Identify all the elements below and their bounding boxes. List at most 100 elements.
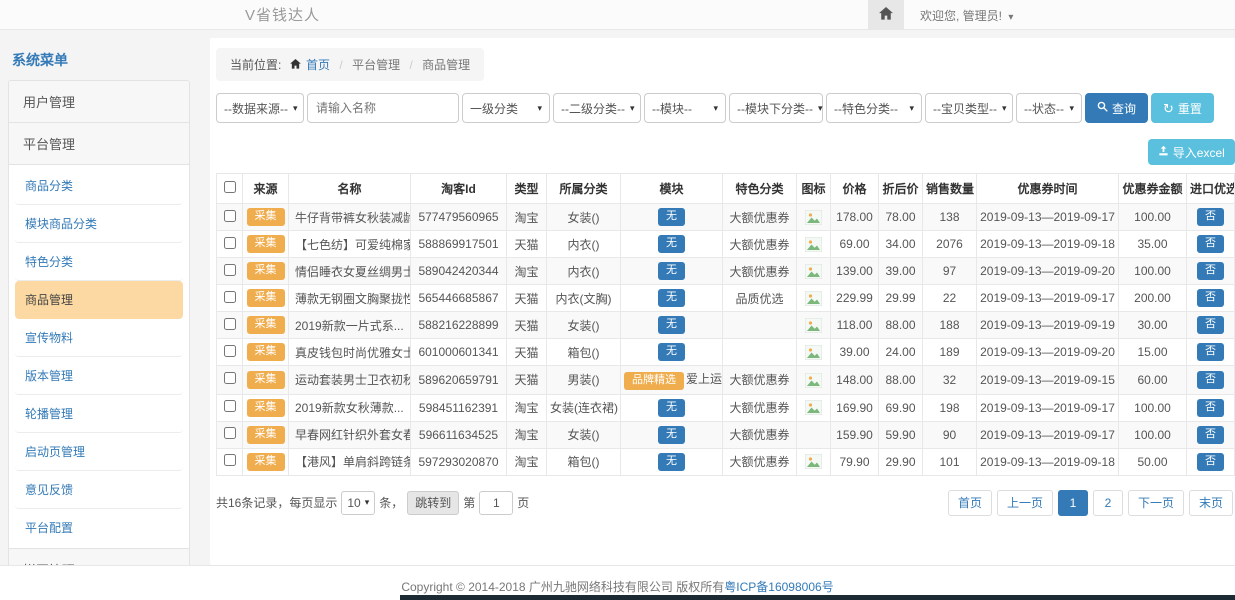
- import-toggle[interactable]: 否: [1197, 453, 1224, 471]
- breadcrumb-item-platform[interactable]: 平台管理: [352, 58, 400, 72]
- cell-feature: 大额优惠券: [723, 204, 797, 231]
- product-table: 来源名称淘客Id类型所属分类模块特色分类图标价格折后价销售数量优惠券时间优惠券金…: [216, 173, 1235, 476]
- sidebar-sub-item[interactable]: 平台配置: [15, 509, 183, 546]
- import-toggle[interactable]: 否: [1197, 426, 1224, 444]
- module-none-badge[interactable]: 无: [658, 399, 685, 417]
- per-page-select[interactable]: 10 ▾: [341, 491, 375, 515]
- sidebar-sub-item[interactable]: 商品分类: [15, 167, 183, 205]
- home-button[interactable]: [868, 0, 904, 30]
- sidebar-sub-item[interactable]: 宣传物料: [15, 319, 183, 357]
- import-toggle[interactable]: 否: [1197, 208, 1224, 226]
- filter-select-category-l1[interactable]: 一级分类▾: [462, 93, 550, 123]
- filter-select-feature-category[interactable]: --特色分类--▾: [826, 93, 922, 123]
- icp-link[interactable]: 粤ICP备16098006号: [724, 580, 833, 594]
- table-row: 采集2019新款女秋薄款...598451162391淘宝女装(连衣裙)无大额优…: [217, 394, 1235, 421]
- filter-input-name[interactable]: [307, 93, 459, 123]
- filter-select-data-source[interactable]: --数据来源--▾: [216, 93, 304, 123]
- cell-module: 品牌精选爱上运动: [621, 366, 723, 395]
- table-row: 采集2019新款一片式系...588216228899天猫女装()无118.00…: [217, 312, 1235, 339]
- sidebar-group-item[interactable]: 平台管理: [9, 123, 189, 165]
- pager-button-下一页[interactable]: 下一页: [1128, 490, 1184, 516]
- pager-button-上一页[interactable]: 上一页: [997, 490, 1053, 516]
- page-input[interactable]: [479, 491, 513, 515]
- module-none-badge[interactable]: 无: [658, 453, 685, 471]
- sidebar-sub-item[interactable]: 模块商品分类: [15, 205, 183, 243]
- col-import: 进口优选: [1187, 174, 1235, 204]
- cell-source: 采集: [243, 421, 289, 448]
- user-menu[interactable]: 欢迎您, 管理员! ▾: [920, 7, 1013, 24]
- cell-taoke_id: 565446685867: [411, 285, 507, 312]
- filter-select-status[interactable]: --状态--▾: [1016, 93, 1082, 123]
- caret-down-icon: ▾: [293, 103, 298, 114]
- sidebar-group-item[interactable]: 用户管理: [9, 81, 189, 123]
- col-coupon_time: 优惠券时间: [977, 174, 1119, 204]
- cell-name: 2019新款一片式系...: [289, 312, 411, 339]
- cell-name: 情侣睡衣女夏丝绸男士...: [289, 258, 411, 285]
- cell-check: [217, 258, 243, 285]
- row-checkbox[interactable]: [224, 400, 236, 412]
- app-header: V省钱达人 欢迎您, 管理员! ▾: [0, 0, 1235, 30]
- cell-sales: 101: [923, 448, 977, 475]
- filter-select-module[interactable]: --模块--▾: [644, 93, 726, 123]
- import-toggle[interactable]: 否: [1197, 316, 1224, 334]
- cell-check: [217, 366, 243, 395]
- pager-button-2[interactable]: 2: [1093, 490, 1123, 516]
- cell-taoke_id: 601000601341: [411, 339, 507, 366]
- col-sales: 销售数量: [923, 174, 977, 204]
- module-none-badge[interactable]: 无: [658, 235, 685, 253]
- import-toggle[interactable]: 否: [1197, 343, 1224, 361]
- import-toggle[interactable]: 否: [1197, 371, 1224, 389]
- pager-button-末页[interactable]: 末页: [1189, 490, 1233, 516]
- cell-module: 无: [621, 448, 723, 475]
- row-checkbox[interactable]: [224, 264, 236, 276]
- summary-prefix: 共16条记录，每页显示: [216, 494, 337, 511]
- row-checkbox[interactable]: [224, 318, 236, 330]
- cell-module: 无: [621, 258, 723, 285]
- search-button[interactable]: 查询: [1085, 93, 1148, 123]
- pager-button-1[interactable]: 1: [1058, 490, 1088, 516]
- row-checkbox[interactable]: [224, 454, 236, 466]
- import-excel-button[interactable]: 导入excel: [1148, 139, 1235, 165]
- sidebar-sub-item[interactable]: 特色分类: [15, 243, 183, 281]
- module-none-badge[interactable]: 无: [658, 289, 685, 307]
- jump-button[interactable]: 跳转到: [407, 491, 459, 515]
- reset-button[interactable]: ↻重置: [1151, 93, 1214, 123]
- module-none-badge[interactable]: 无: [658, 343, 685, 361]
- cell-sales: 22: [923, 285, 977, 312]
- import-toggle[interactable]: 否: [1197, 399, 1224, 417]
- product-thumbnail: [805, 373, 822, 388]
- module-none-badge[interactable]: 无: [658, 316, 685, 334]
- filter-select-item-type[interactable]: --宝贝类型--▾: [925, 93, 1013, 123]
- import-toggle[interactable]: 否: [1197, 289, 1224, 307]
- sidebar-sub-item[interactable]: 商品管理: [15, 281, 183, 319]
- row-checkbox[interactable]: [224, 237, 236, 249]
- cell-price: 178.00: [831, 204, 879, 231]
- row-checkbox[interactable]: [224, 345, 236, 357]
- sidebar-sub-item[interactable]: 轮播管理: [15, 395, 183, 433]
- cell-check: [217, 204, 243, 231]
- filter-select-module-sub[interactable]: --模块下分类--▾: [729, 93, 823, 123]
- cell-import: 否: [1187, 204, 1235, 231]
- module-none-badge[interactable]: 无: [658, 208, 685, 226]
- import-toggle[interactable]: 否: [1197, 262, 1224, 280]
- sidebar-sub-item[interactable]: 启动页管理: [15, 433, 183, 471]
- row-checkbox[interactable]: [224, 210, 236, 222]
- col-price: 价格: [831, 174, 879, 204]
- cell-price: 69.00: [831, 231, 879, 258]
- cell-feature: 大额优惠券: [723, 258, 797, 285]
- module-none-badge[interactable]: 无: [658, 262, 685, 280]
- breadcrumb-home-link[interactable]: 首页: [306, 58, 330, 72]
- sidebar-sub-item[interactable]: 版本管理: [15, 357, 183, 395]
- module-none-badge[interactable]: 无: [658, 426, 685, 444]
- row-checkbox[interactable]: [224, 427, 236, 439]
- cell-feature: [723, 312, 797, 339]
- filter-select-category-l2[interactable]: --二级分类--▾: [553, 93, 641, 123]
- row-checkbox[interactable]: [224, 291, 236, 303]
- pager-button-首页[interactable]: 首页: [948, 490, 992, 516]
- row-checkbox[interactable]: [224, 372, 236, 384]
- select-all-checkbox[interactable]: [224, 181, 236, 193]
- sidebar-sub-item[interactable]: 意见反馈: [15, 471, 183, 509]
- home-icon: [879, 7, 893, 23]
- cell-import: 否: [1187, 339, 1235, 366]
- import-toggle[interactable]: 否: [1197, 235, 1224, 253]
